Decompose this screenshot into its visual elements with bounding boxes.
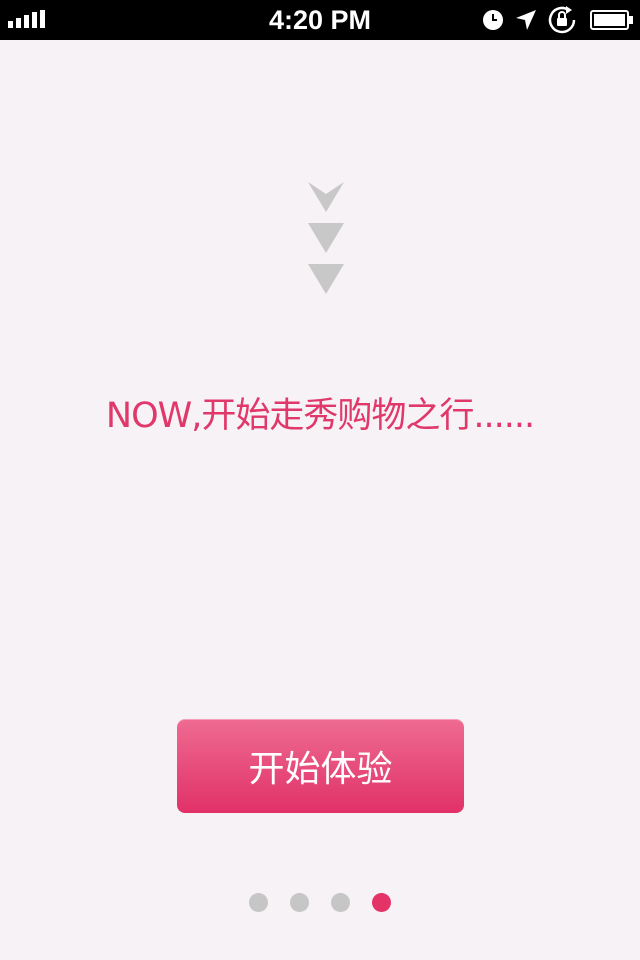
page-indicator[interactable]: [249, 893, 391, 913]
page-dot-2[interactable]: [290, 893, 309, 912]
location-arrow-icon: [516, 10, 536, 30]
rotation-lock-icon: [548, 6, 576, 34]
battery-icon: [590, 10, 633, 30]
page-dot-3[interactable]: [331, 893, 350, 912]
clock-icon: [483, 10, 503, 30]
intro-tagline: NOW,开始走秀购物之行......: [105, 396, 535, 436]
start-experience-button[interactable]: 开始体验: [177, 719, 464, 813]
page-dot-4-active[interactable]: [372, 893, 391, 912]
status-bar: 4:20 PM: [0, 0, 640, 40]
page-dot-1[interactable]: [249, 893, 268, 912]
down-chevrons-icon: [308, 182, 344, 294]
